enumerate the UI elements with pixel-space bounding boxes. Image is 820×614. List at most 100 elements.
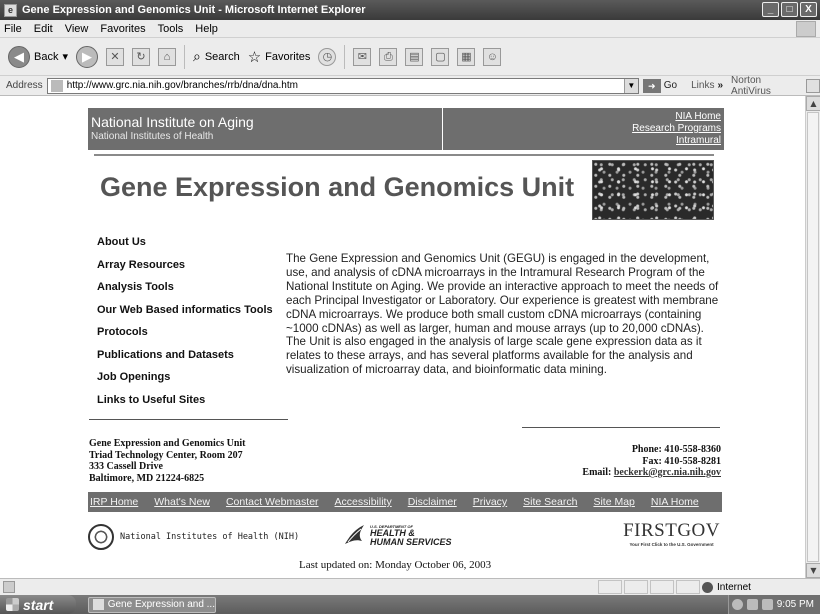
address-dropdown-icon[interactable]: ▼ <box>623 78 638 93</box>
footer-disclaimer[interactable]: Disclaimer <box>408 496 457 508</box>
intramural-link[interactable]: Intramural <box>443 135 721 147</box>
search-button[interactable]: ⌕ Search <box>193 48 240 65</box>
refresh-icon[interactable]: ↻ <box>132 47 150 66</box>
maximize-button[interactable]: □ <box>781 2 798 17</box>
network-icon[interactable] <box>761 599 773 610</box>
vertical-scrollbar[interactable]: ▲ ▼ <box>805 96 820 578</box>
footer-whats-new[interactable]: What's New <box>154 496 210 508</box>
scroll-up-icon[interactable]: ▲ <box>806 96 820 111</box>
nav-job-openings[interactable]: Job Openings <box>97 371 287 394</box>
norton-antivirus-label[interactable]: Norton AntiVirus <box>731 75 802 97</box>
scroll-thumb[interactable] <box>807 112 819 562</box>
start-button[interactable]: start <box>0 595 76 614</box>
nav-useful-links[interactable]: Links to Useful Sites <box>97 394 287 417</box>
standard-toolbar: ◀ Back ▾ ▶ ✕ ↻ ⌂ ⌕ Search ☆ Favorites ◷ … <box>0 38 820 76</box>
unit-title: Gene Expression and Genomics Unit <box>100 172 575 202</box>
menu-tools[interactable]: Tools <box>158 23 184 35</box>
close-button[interactable]: X <box>800 2 817 17</box>
nav-web-informatics-tools[interactable]: Our Web Based informatics Tools <box>97 304 287 327</box>
ie-icon: e <box>4 3 17 17</box>
footer-site-search[interactable]: Site Search <box>523 496 577 508</box>
norton-icon[interactable] <box>806 78 820 93</box>
hhs-eagle-icon <box>345 525 364 544</box>
links-chevron[interactable]: » <box>717 80 723 91</box>
messenger-icon[interactable]: ☺ <box>483 47 502 66</box>
hhs-logo-link[interactable]: U.S. DEPARTMENT OF HEALTH & HUMAN SERVIC… <box>342 522 452 548</box>
email-line: Email: beckerk@grc.nia.nih.gov <box>582 467 721 479</box>
firstgov-tagline: Your First Click to the U.S. Government <box>629 542 714 547</box>
footer-nia-home[interactable]: NIA Home <box>651 496 699 508</box>
footer-contact-webmaster[interactable]: Contact Webmaster <box>226 496 319 508</box>
taskbar-ie-window[interactable]: Gene Expression and ... <box>88 596 216 613</box>
system-tray: 9:05 PM <box>728 595 820 614</box>
forward-button[interactable]: ▶ <box>76 45 98 68</box>
address-url: http://www.grc.nia.nih.gov/branches/rrb/… <box>66 80 298 91</box>
forward-arrow-icon: ▶ <box>76 45 98 68</box>
nav-publications-datasets[interactable]: Publications and Datasets <box>97 349 287 372</box>
security-zone: Internet <box>702 580 812 594</box>
footer-irp-home[interactable]: IRP Home <box>90 496 138 508</box>
mail-icon[interactable]: ✉ <box>353 47 372 66</box>
firstgov-logo-link[interactable]: FIRSTGOV Your First Click to the U.S. Go… <box>623 520 720 547</box>
menu-edit[interactable]: Edit <box>34 23 53 35</box>
nav-divider <box>89 419 288 420</box>
scroll-down-icon[interactable]: ▼ <box>806 563 820 578</box>
edit-icon[interactable]: ▤ <box>405 47 424 66</box>
nia-header: National Institute on Aging National Ins… <box>88 108 724 150</box>
back-label: Back <box>34 50 59 63</box>
nav-analysis-tools[interactable]: Analysis Tools <box>97 281 287 304</box>
email-link[interactable]: beckerk@grc.nia.nih.gov <box>614 467 721 478</box>
back-button[interactable]: ◀ Back ▾ <box>8 45 68 68</box>
address-line: Baltimore, MD 21224-6825 <box>89 472 205 484</box>
page-status-icon <box>3 581 15 593</box>
page-icon <box>50 79 63 92</box>
minimize-button[interactable]: _ <box>762 2 779 17</box>
research-programs-link[interactable]: Research Programs <box>443 123 721 135</box>
volume-icon[interactable] <box>746 599 758 610</box>
go-button[interactable]: ➜ Go <box>642 78 678 93</box>
nia-home-link[interactable]: NIA Home <box>443 111 721 123</box>
history-icon[interactable]: ◷ <box>318 47 337 66</box>
address-line: 333 Cassell Drive <box>89 461 163 472</box>
nih-seal-icon <box>88 524 114 550</box>
footer-privacy[interactable]: Privacy <box>473 496 507 508</box>
favorites-button[interactable]: ☆ Favorites <box>248 48 311 66</box>
nav-protocols[interactable]: Protocols <box>97 326 287 349</box>
footer-accessibility[interactable]: Accessibility <box>335 496 392 508</box>
nav-array-resources[interactable]: Array Resources <box>97 259 287 282</box>
discuss-icon[interactable]: ▢ <box>431 47 450 66</box>
footer-site-map[interactable]: Site Map <box>593 496 634 508</box>
window-title: Gene Expression and Genomics Unit - Micr… <box>22 4 366 16</box>
favorites-label: Favorites <box>265 50 311 63</box>
status-pane <box>624 580 648 594</box>
print-icon[interactable]: ⎙ <box>379 47 398 66</box>
address-input[interactable]: http://www.grc.nia.nih.gov/branches/rrb/… <box>46 77 639 94</box>
menu-favorites[interactable]: Favorites <box>100 23 145 35</box>
back-arrow-icon: ◀ <box>8 45 30 68</box>
stop-icon[interactable]: ✕ <box>106 47 124 66</box>
menu-file[interactable]: File <box>4 23 22 35</box>
window-controls: _ □ X <box>762 2 817 17</box>
windows-flag-icon <box>6 598 19 611</box>
home-icon[interactable]: ⌂ <box>158 47 176 66</box>
links-label[interactable]: Links <box>691 80 714 91</box>
status-pane <box>650 580 674 594</box>
microarray-image <box>592 160 714 220</box>
go-label: Go <box>663 80 678 91</box>
research-icon[interactable]: ▦ <box>457 47 476 66</box>
address-line: Triad Technology Center, Room 207 <box>89 449 243 461</box>
last-updated: Last updated on: Monday October 06, 2003 <box>299 559 492 571</box>
clock[interactable]: 9:05 PM <box>777 599 814 610</box>
window-title-bar[interactable]: e Gene Expression and Genomics Unit - Mi… <box>0 0 820 20</box>
agency-logos: National Institutes of Health (NIH) U.S.… <box>88 518 722 554</box>
star-icon: ☆ <box>247 48 262 66</box>
firstgov-wordmark: FIRSTGOV <box>623 520 720 541</box>
nav-about-us[interactable]: About Us <box>97 236 287 259</box>
status-bar: Internet <box>0 578 820 595</box>
menu-help[interactable]: Help <box>195 23 218 35</box>
search-label: Search <box>204 50 240 63</box>
tray-arrow-icon[interactable] <box>731 599 743 610</box>
nih-logo-link[interactable]: National Institutes of Health (NIH) <box>88 524 299 550</box>
menu-view[interactable]: View <box>65 23 89 35</box>
nia-branding: National Institute on Aging National Ins… <box>88 108 443 150</box>
